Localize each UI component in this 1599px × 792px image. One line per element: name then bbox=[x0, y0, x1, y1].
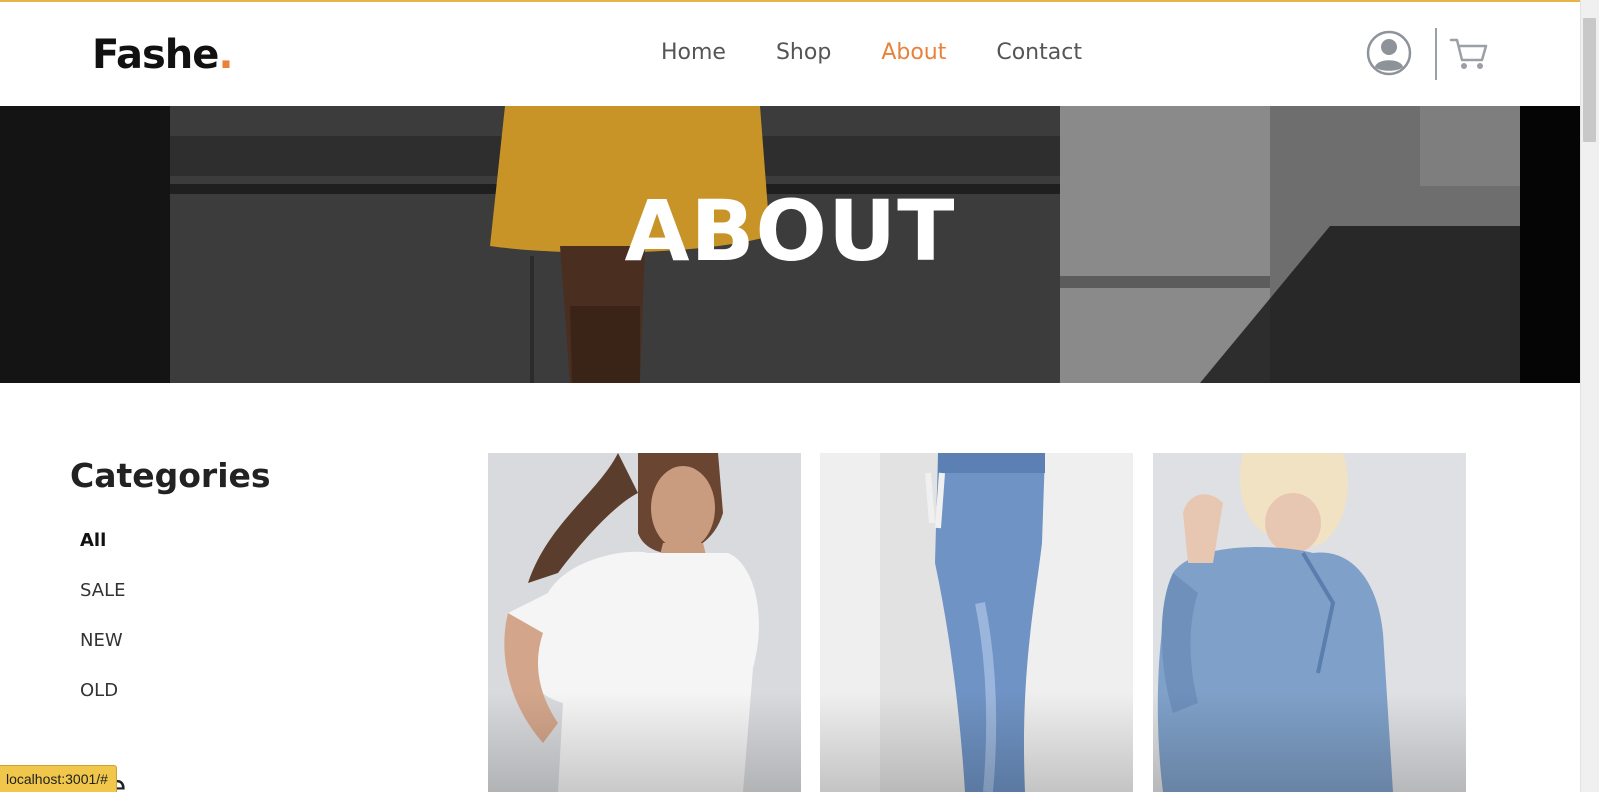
category-item-new[interactable]: NEW bbox=[80, 628, 125, 678]
nav-home[interactable]: Home bbox=[661, 40, 726, 65]
category-list: All SALE NEW OLD bbox=[80, 528, 125, 728]
hero-title: ABOUT bbox=[624, 182, 956, 280]
product-image-overlay bbox=[1153, 692, 1466, 792]
scrollbar-thumb[interactable] bbox=[1583, 18, 1596, 142]
nav-about[interactable]: About bbox=[881, 40, 946, 65]
nav-contact[interactable]: Contact bbox=[996, 40, 1082, 65]
product-image-overlay bbox=[820, 692, 1133, 792]
categories-title: Categories bbox=[70, 456, 271, 495]
cart-icon[interactable] bbox=[1449, 36, 1489, 72]
category-item-all[interactable]: All bbox=[80, 528, 125, 578]
product-image-overlay bbox=[488, 692, 801, 792]
user-icon[interactable] bbox=[1366, 30, 1412, 76]
hero-banner: ABOUT bbox=[0, 106, 1580, 383]
nav-shop[interactable]: Shop bbox=[776, 40, 831, 65]
product-card[interactable] bbox=[820, 453, 1133, 792]
category-item-sale[interactable]: SALE bbox=[80, 578, 125, 628]
product-card[interactable] bbox=[1153, 453, 1466, 792]
status-bar-link: localhost:3001/# bbox=[0, 765, 117, 792]
main-nav: Home Shop About Contact bbox=[661, 40, 1132, 65]
category-item-old[interactable]: OLD bbox=[80, 678, 125, 728]
product-card[interactable] bbox=[488, 453, 801, 792]
header-separator bbox=[1435, 28, 1437, 80]
logo[interactable]: Fashe. bbox=[92, 32, 234, 78]
site-header: Fashe. Home Shop About Contact bbox=[0, 2, 1580, 106]
